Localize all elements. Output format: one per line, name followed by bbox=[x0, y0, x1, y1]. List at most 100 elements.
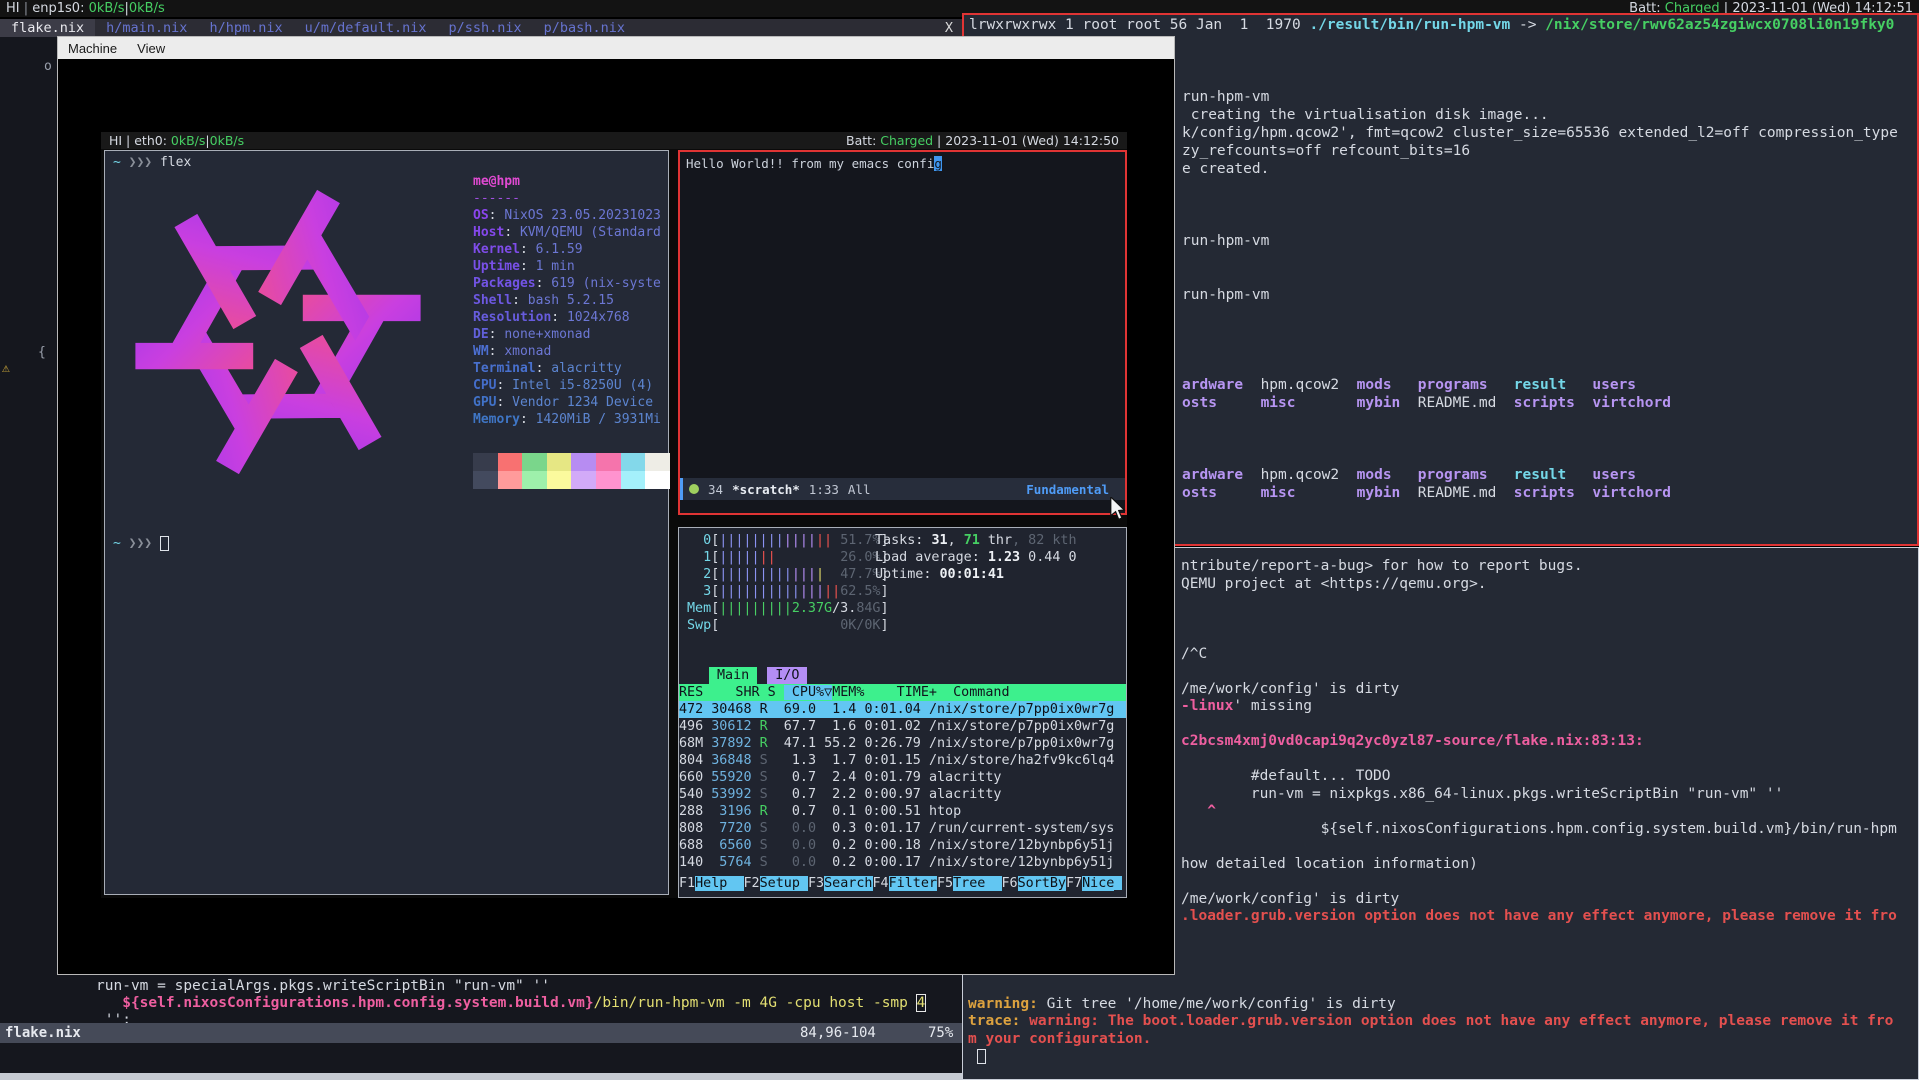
terminal-line: /me/work/config' is dirty bbox=[1181, 681, 1918, 699]
vm-emacs-modeline: 34 *scratch* 1:33 All Fundamental bbox=[680, 478, 1125, 500]
palette-swatch bbox=[498, 471, 523, 489]
terminal-line: creating the virtualisation disk image..… bbox=[1182, 106, 1917, 124]
neofetch-line: Terminal: alacritty bbox=[473, 360, 661, 377]
terminal-line: c2bcsm4xmj0vd0capi9q2yc0yzl87-source/fla… bbox=[1181, 733, 1918, 751]
process-row[interactable]: 808 7720 S 0.0 0.3 0:01.17 /run/current-… bbox=[679, 820, 1126, 837]
terminal-line: run-vm = specialArgs.pkgs.writeScriptBin… bbox=[0, 978, 962, 995]
qemu-window[interactable]: MachineView HI | eth0: 0kB/s|0kB/s Batt:… bbox=[57, 36, 1175, 975]
scratch-buffer-text: Hello World!! from my emacs config bbox=[680, 152, 1125, 175]
terminal-line: lrwxrwxrwx 1 root root 56 Jan 1 1970 ./r… bbox=[969, 16, 1917, 34]
code-fragment: { bbox=[38, 345, 46, 360]
htop-fkey-f3[interactable]: F3Search bbox=[808, 876, 873, 891]
terminal-line: run-hpm-vm bbox=[1182, 232, 1917, 250]
htop-fkey-f1[interactable]: F1Help bbox=[679, 876, 744, 891]
terminal-line: ^ bbox=[1181, 803, 1918, 821]
process-row[interactable]: 688 6560 S 0.0 0.2 0:00.18 /nix/store/12… bbox=[679, 837, 1126, 854]
process-row[interactable]: 804 36848 S 1.3 1.7 0:01.15 /nix/store/h… bbox=[679, 752, 1126, 769]
htop-fkey-f6[interactable]: F6SortBy bbox=[1002, 876, 1067, 891]
terminal-line: #default... TODO bbox=[1181, 768, 1918, 786]
process-row[interactable]: 140 5764 S 0.0 0.2 0:00.17 /nix/store/12… bbox=[679, 854, 1126, 871]
flake-nix-code[interactable]: run-vm = specialArgs.pkgs.writeScriptBin… bbox=[0, 978, 962, 1029]
process-row[interactable]: 660 55920 S 0.7 2.4 0:01.79 alacritty bbox=[679, 769, 1126, 786]
palette-swatch bbox=[473, 471, 498, 489]
process-row[interactable]: 68M 37892 R 47.1 55.2 0:26.79 /nix/store… bbox=[679, 735, 1126, 752]
palette-swatch bbox=[621, 453, 646, 471]
neofetch-line: Uptime: 1 min bbox=[473, 258, 661, 275]
tab-p/ssh.nix[interactable]: p/ssh.nix bbox=[438, 19, 533, 37]
terminal-line: run-hpm-vm bbox=[1182, 88, 1917, 106]
vm-emacs-window[interactable]: Hello World!! from my emacs config 34 *s… bbox=[678, 150, 1127, 515]
menu-machine[interactable]: Machine bbox=[58, 39, 127, 58]
terminal-line: Tasks: 31, 71 thr, 82 kth bbox=[875, 532, 1077, 549]
terminal-line: 3[|||||||||||||||62.5%] bbox=[687, 583, 889, 600]
vm-htop-window[interactable]: 0[|||||||||||||| 51.7%] 1[||||||| 26.0%]… bbox=[678, 527, 1127, 898]
neofetch-line: Host: KVM/QEMU (Standard bbox=[473, 224, 661, 241]
neofetch-line: Packages: 619 (nix-syste bbox=[473, 275, 661, 292]
warning-fringe-icon: ⚠ bbox=[2, 361, 10, 376]
tab-u/m/default.nix[interactable]: u/m/default.nix bbox=[294, 19, 438, 37]
shell-prompt: ~ ❯❯❯ bbox=[113, 536, 169, 551]
palette-swatch bbox=[645, 453, 670, 471]
vm-terminal-window[interactable]: ~ ❯❯❯ flex me@hpm------OS: NixOS 23.05.2… bbox=[104, 150, 669, 895]
neofetch-line: DE: none+xmonad bbox=[473, 326, 661, 343]
htop-fkey-f2[interactable]: F2Setup bbox=[744, 876, 809, 891]
neofetch-line: OS: NixOS 23.05.20231023 bbox=[473, 207, 661, 224]
tab-flake.nix[interactable]: flake.nix bbox=[0, 19, 95, 37]
vm-battery-clock: Batt: Charged | 2023-11-01 (Wed) 14:12:5… bbox=[846, 133, 1119, 148]
terminal-line: Load average: 1.23 0.44 0 bbox=[875, 549, 1077, 566]
shell-prompt: ~ ❯❯❯ flex bbox=[113, 155, 191, 170]
terminal-line: ardware hpm.qcow2 mods programs result u… bbox=[1182, 376, 1917, 394]
palette-swatch bbox=[621, 471, 646, 489]
terminal-line bbox=[968, 1048, 1918, 1066]
htop-tab-io[interactable]: I/O bbox=[767, 667, 807, 684]
vm-network-status: HI | eth0: 0kB/s|0kB/s bbox=[109, 133, 244, 148]
terminal-line: 1[||||||| 26.0%] bbox=[687, 549, 889, 566]
process-row[interactable]: 540 53992 S 0.7 2.2 0:00.97 alacritty bbox=[679, 786, 1126, 803]
terminal-line: 0[|||||||||||||| 51.7%] bbox=[687, 532, 889, 549]
terminal-color-palette bbox=[473, 453, 670, 489]
palette-swatch bbox=[547, 471, 572, 489]
process-row[interactable]: 496 30612 R 67.7 1.6 0:01.02 /nix/store/… bbox=[679, 718, 1126, 735]
terminal-line: zy_refcounts=off refcount_bits=16 bbox=[1182, 142, 1917, 160]
terminal-line: /^C bbox=[1181, 646, 1918, 664]
terminal-line: warning: Git tree '/home/me/work/config'… bbox=[968, 996, 1918, 1014]
bottom-window-edge bbox=[0, 1073, 962, 1080]
terminal-line: QEMU project at <https://qemu.org>. bbox=[1181, 576, 1918, 594]
htop-fkey-f7[interactable]: F7Nice bbox=[1066, 876, 1114, 891]
neofetch-line: GPU: Vendor 1234 Device bbox=[473, 394, 661, 411]
htop-fkey-f5[interactable]: F5Tree bbox=[937, 876, 1002, 891]
htop-cpu-meters: 0[|||||||||||||| 51.7%] 1[||||||| 26.0%]… bbox=[687, 532, 889, 634]
tab-close-icon[interactable]: X bbox=[936, 20, 962, 36]
neofetch-line: WM: xmonad bbox=[473, 343, 661, 360]
menu-view[interactable]: View bbox=[127, 39, 175, 58]
terminal-line: Mem[|||||||||2.37G/3.84G] bbox=[687, 600, 889, 617]
vm-screen[interactable]: HI | eth0: 0kB/s|0kB/s Batt: Charged | 2… bbox=[101, 132, 1127, 898]
process-row[interactable]: 472 30468 R 69.0 1.4 0:01.04 /nix/store/… bbox=[679, 701, 1126, 718]
code-fragment: o bbox=[44, 59, 52, 74]
tab-p/bash.nix[interactable]: p/bash.nix bbox=[533, 19, 636, 37]
emacs-cursor: g bbox=[934, 156, 942, 171]
htop-tab-main[interactable]: Main bbox=[709, 667, 757, 684]
terminal-cursor bbox=[160, 536, 169, 551]
mouse-cursor-icon bbox=[1108, 497, 1128, 521]
palette-swatch bbox=[571, 471, 596, 489]
htop-table-header[interactable]: RES SHR S CPU%▽MEM% TIME+ Command bbox=[679, 684, 1126, 701]
qemu-menu-bar: MachineView bbox=[58, 37, 1174, 59]
process-row[interactable]: 288 3196 R 0.7 0.1 0:00.51 htop bbox=[679, 803, 1126, 820]
terminal-line: ${self.nixosConfigurations.hpm.config.sy… bbox=[0, 995, 962, 1012]
palette-swatch bbox=[522, 453, 547, 471]
emacs-tab-bar: flake.nixh/main.nixh/hpm.nixu/m/default.… bbox=[0, 19, 962, 37]
tab-h/hpm.nix[interactable]: h/hpm.nix bbox=[198, 19, 293, 37]
palette-swatch bbox=[498, 453, 523, 471]
sort-column: CPU%▽ bbox=[784, 685, 832, 700]
tab-h/main.nix[interactable]: h/main.nix bbox=[95, 19, 198, 37]
htop-fkey-f4[interactable]: F4Filter bbox=[873, 876, 938, 891]
terminal-line: run-vm = nixpkgs.x86_64-linux.pkgs.write… bbox=[1181, 786, 1918, 804]
neofetch-info: me@hpm------OS: NixOS 23.05.20231023Host… bbox=[473, 173, 661, 428]
neofetch-line: ------ bbox=[473, 190, 661, 207]
terminal-line bbox=[968, 978, 1918, 996]
terminal-line: osts misc mybin README.md scripts virtch… bbox=[1182, 394, 1917, 412]
palette-swatch bbox=[596, 471, 621, 489]
modeline-major-mode: Fundamental bbox=[1026, 482, 1109, 497]
emacs-modeline: flake.nix 84,96-104 75% bbox=[0, 1023, 962, 1043]
